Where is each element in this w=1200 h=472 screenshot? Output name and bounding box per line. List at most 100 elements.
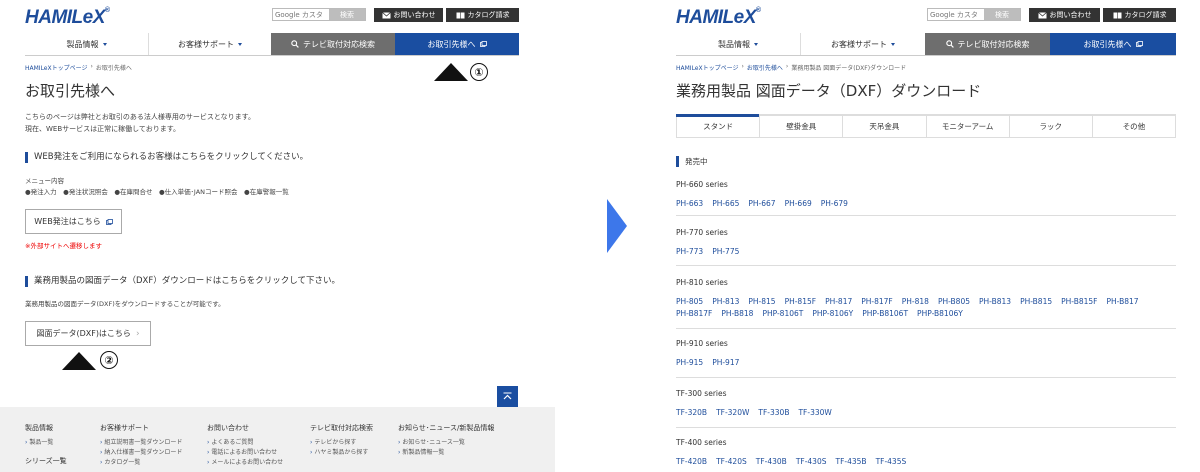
product-link[interactable]: PH-775 — [712, 246, 739, 258]
product-link[interactable]: TF-320B — [676, 407, 707, 419]
footer-link[interactable]: 電話によるお問い合わせ — [207, 448, 283, 458]
web-order-button-label: WEB発注はこちら — [34, 217, 101, 226]
main-nav: 製品情報 お客様サポート テレビ取付対応検索 お取引先様へ — [676, 33, 1176, 56]
product-link[interactable]: TF-420B — [676, 456, 707, 468]
product-link[interactable]: PH-665 — [712, 198, 739, 210]
product-link[interactable]: PH-B813 — [979, 296, 1011, 308]
tab-other[interactable]: その他 — [1092, 116, 1177, 138]
breadcrumb-partners[interactable]: お取引先様へ — [747, 63, 783, 72]
search-input[interactable] — [273, 9, 329, 20]
product-link[interactable]: PH-917 — [712, 357, 739, 369]
arrow-up-icon — [503, 392, 512, 400]
series-name: PH-770 series — [676, 228, 728, 237]
hamilex-logo[interactable]: HAMILeX® — [676, 7, 761, 29]
product-link[interactable]: PH-663 — [676, 198, 703, 210]
product-link[interactable]: TF-330W — [798, 407, 831, 419]
dxf-button[interactable]: 図面データ(DXF)はこちら › — [25, 321, 151, 346]
product-link[interactable]: PHP-8106Y — [812, 308, 853, 320]
web-order-button[interactable]: WEB発注はこちら — [25, 209, 122, 234]
tab-wall-mount[interactable]: 壁掛金具 — [760, 116, 844, 138]
product-link[interactable]: TF-320W — [716, 407, 749, 419]
tab-ceiling-mount[interactable]: 天吊金具 — [843, 116, 927, 138]
tab-stand[interactable]: スタンド — [676, 114, 761, 138]
product-link[interactable]: PH-667 — [748, 198, 775, 210]
product-link[interactable]: PH-B817F — [676, 308, 712, 320]
footer-heading[interactable]: お客様サポート — [100, 423, 182, 433]
series-block: PH-910 series PH-915 PH-917 — [676, 339, 1176, 369]
search-input[interactable] — [928, 9, 984, 20]
product-link[interactable]: PH-805 — [676, 296, 703, 308]
product-link[interactable]: PHP-B8106T — [862, 308, 908, 320]
footer-link[interactable]: 新製品情報一覧 — [398, 448, 494, 458]
footer-heading[interactable]: お問い合わせ — [207, 423, 283, 433]
product-link[interactable]: TF-430S — [796, 456, 827, 468]
search-button[interactable]: 検索 — [329, 9, 365, 20]
nav-tv-search[interactable]: テレビ取付対応検索 — [925, 33, 1050, 55]
catalog-request-button[interactable]: カタログ請求 — [446, 8, 519, 22]
product-link[interactable]: PH-B818 — [721, 308, 753, 320]
footer-link[interactable]: よくあるご質問 — [207, 438, 283, 448]
annotation-number-2: ② — [100, 351, 118, 369]
product-link[interactable]: PH-915 — [676, 357, 703, 369]
product-link[interactable]: PH-B817 — [1107, 296, 1139, 308]
hamilex-logo[interactable]: HAMILeX® — [25, 7, 110, 29]
nav-products[interactable]: 製品情報 — [676, 33, 800, 55]
nav-partners[interactable]: お取引先様へ — [1050, 33, 1176, 55]
nav-support[interactable]: お客様サポート — [148, 33, 271, 55]
footer-link[interactable]: 組立説明書一覧ダウンロード — [100, 438, 182, 448]
web-order-heading: WEB発注をご利用になられるお客様はこちらをクリックしてください。 — [25, 152, 308, 163]
footer-link[interactable]: お知らせ･ニュース一覧 — [398, 438, 494, 448]
breadcrumb-home[interactable]: HAMILeXトップページ — [676, 63, 738, 72]
breadcrumb-home[interactable]: HAMILeXトップページ — [25, 63, 87, 72]
product-link[interactable]: PH-B805 — [938, 296, 970, 308]
footer-heading[interactable]: テレビ取付対応検索 — [310, 423, 373, 433]
product-link[interactable]: PHP-8106T — [762, 308, 803, 320]
nav-support[interactable]: お客様サポート — [800, 33, 925, 55]
series-name: TF-400 series — [676, 438, 727, 447]
series-block: PH-810 series PH-805 PH-813 PH-815 PH-815F P… — [676, 278, 1176, 320]
product-link[interactable]: TF-435B — [836, 456, 867, 468]
site-search: 検索 — [927, 8, 1021, 21]
catalog-request-button[interactable]: カタログ請求 — [1103, 8, 1176, 22]
footer-link[interactable]: ハヤミ製品から探す — [310, 448, 373, 458]
product-link[interactable]: PH-818 — [902, 296, 929, 308]
product-link[interactable]: TF-330B — [758, 407, 789, 419]
product-link[interactable]: TF-435S — [876, 456, 907, 468]
tab-monitor-arm[interactable]: モニターアーム — [926, 116, 1010, 138]
product-link[interactable]: TF-430B — [756, 456, 787, 468]
nav-products[interactable]: 製品情報 — [25, 33, 148, 55]
footer-heading[interactable]: シリーズ一覧 — [25, 456, 67, 466]
footer-heading[interactable]: お知らせ･ニュース/新製品情報 — [398, 423, 494, 433]
breadcrumb: HAMILeXトップページ › お取引先様へ — [25, 63, 132, 72]
footer-col-news: お知らせ･ニュース/新製品情報 お知らせ･ニュース一覧 新製品情報一覧 — [398, 423, 494, 458]
product-link[interactable]: PH-669 — [785, 198, 812, 210]
product-link[interactable]: TF-420S — [716, 456, 747, 468]
footer-link[interactable]: カタログ一覧 — [100, 458, 182, 468]
back-to-top-button[interactable] — [497, 386, 518, 407]
search-button[interactable]: 検索 — [984, 9, 1020, 20]
footer-link[interactable]: メールによるお問い合わせ — [207, 458, 283, 468]
product-link[interactable]: PH-679 — [821, 198, 848, 210]
series-links: PH-915 PH-917 — [676, 357, 1176, 369]
footer-link[interactable]: 製品一覧 — [25, 438, 67, 448]
footer-link[interactable]: 納入仕様書一覧ダウンロード — [100, 448, 182, 458]
product-link[interactable]: PHP-B8106Y — [917, 308, 963, 320]
footer-heading[interactable]: 製品情報 — [25, 423, 67, 433]
contact-button[interactable]: お問い合わせ — [374, 8, 443, 22]
product-link[interactable]: PH-815 — [748, 296, 775, 308]
chevron-right-icon: › — [135, 328, 140, 339]
nav-tv-search[interactable]: テレビ取付対応検索 — [271, 33, 395, 55]
product-link[interactable]: PH-B815 — [1020, 296, 1052, 308]
product-link[interactable]: PH-817F — [861, 296, 893, 308]
contact-button[interactable]: お問い合わせ — [1029, 8, 1100, 22]
nav-partners[interactable]: お取引先様へ — [395, 33, 519, 55]
footer-link[interactable]: テレビから探す — [310, 438, 373, 448]
logo-registered-mark: ® — [104, 7, 110, 14]
product-link[interactable]: PH-817 — [825, 296, 852, 308]
product-link[interactable]: PH-B815F — [1061, 296, 1097, 308]
product-link[interactable]: PH-815F — [785, 296, 817, 308]
nav-support-label: お客様サポート — [178, 39, 234, 49]
tab-rack[interactable]: ラック — [1009, 116, 1093, 138]
product-link[interactable]: PH-813 — [712, 296, 739, 308]
product-link[interactable]: PH-773 — [676, 246, 703, 258]
